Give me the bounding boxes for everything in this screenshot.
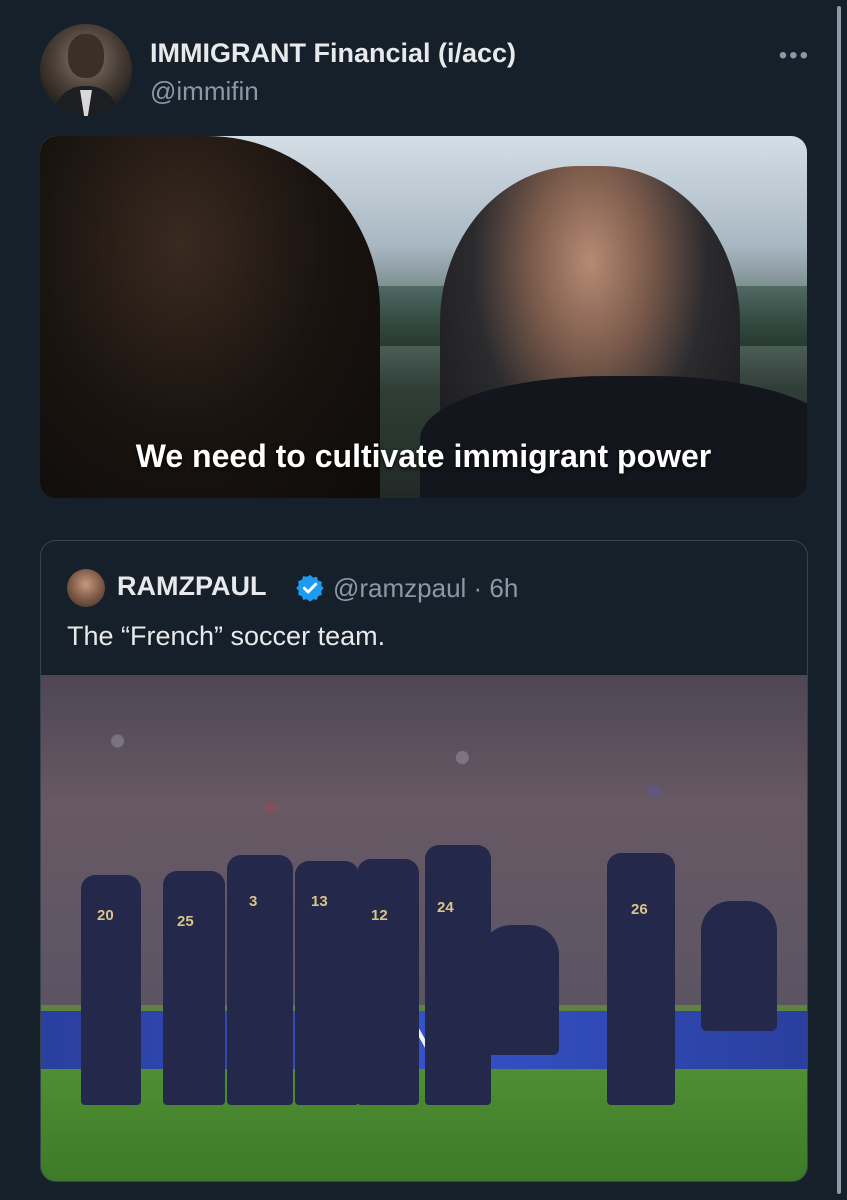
quoted-author-avatar[interactable] (67, 569, 105, 607)
tweet-header: IMMIGRANT Financial (i/acc) @immifin ••• (40, 24, 810, 119)
author-display-name[interactable]: IMMIGRANT Financial (i/acc) (150, 38, 516, 69)
quoted-handle-time[interactable]: @ramzpaul · 6h (333, 573, 518, 604)
image-crowd (41, 675, 807, 1005)
player (607, 853, 675, 1105)
media-caption: We need to cultivate immigrant power (135, 438, 712, 474)
quoted-tweet-text: The “French” soccer team. (67, 621, 386, 651)
more-icon[interactable]: ••• (779, 42, 810, 70)
image-coat (420, 376, 807, 498)
avatar-face (68, 34, 104, 78)
player (357, 859, 419, 1105)
jersey-number: 3 (249, 893, 258, 910)
board-text: HYUNDAI (292, 1021, 555, 1062)
jersey-number: 25 (177, 913, 194, 930)
image-pitch (41, 1069, 807, 1181)
author-handle[interactable]: @immifin (150, 76, 259, 107)
jersey-number: 24 (437, 899, 454, 916)
author-avatar[interactable] (40, 24, 132, 116)
jersey-number: 26 (631, 901, 648, 918)
player (163, 871, 225, 1105)
player (701, 901, 777, 1031)
jersey-number: 13 (311, 893, 328, 910)
player (227, 855, 293, 1105)
quoted-media-image[interactable]: HYUNDAI 20 25 3 13 12 24 26 (41, 675, 807, 1181)
jersey-number: 20 (97, 907, 114, 924)
scrollbar[interactable] (837, 6, 841, 1194)
quoted-tweet-card[interactable]: RAMZPAUL @ramzpaul · 6h The “French” soc… (40, 540, 808, 1182)
jersey-number: 12 (371, 907, 388, 924)
verified-badge-icon (296, 574, 324, 602)
tweet-media-image[interactable]: We need to cultivate immigrant power (40, 136, 807, 498)
player (481, 925, 559, 1055)
quoted-author-name[interactable]: RAMZPAUL (117, 571, 266, 602)
